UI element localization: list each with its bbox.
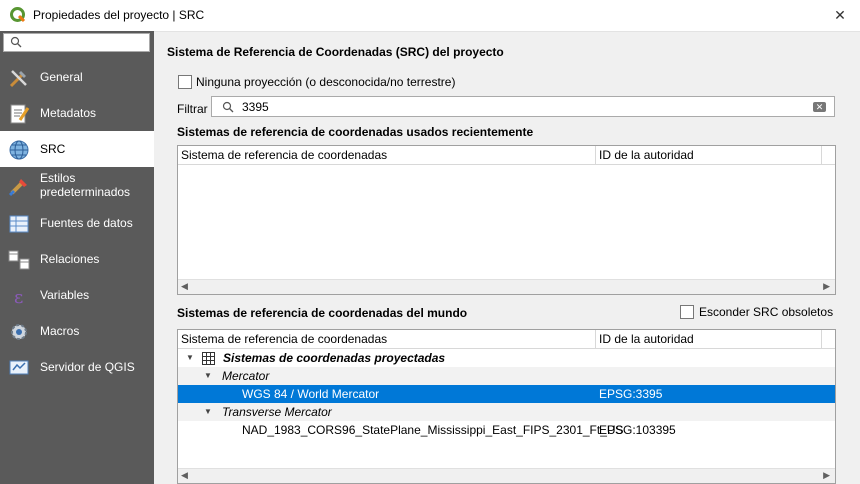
svg-text:ε: ε — [14, 287, 23, 307]
column-header-crs[interactable]: Sistema de referencia de coordenadas — [181, 148, 387, 162]
tree-group-label: Sistemas de coordenadas proyectadas — [223, 351, 446, 365]
table-header: Sistema de referencia de coordenadas ID … — [178, 330, 835, 349]
globe-icon — [9, 140, 29, 160]
table-header: Sistema de referencia de coordenadas ID … — [178, 146, 835, 165]
column-divider[interactable] — [595, 330, 596, 348]
sidebar-item-label: Macros — [40, 324, 80, 338]
filter-value: 3395 — [242, 100, 269, 114]
sidebar-item-label: Relaciones — [40, 252, 100, 266]
sidebar-item-servidor-de-qgis[interactable]: Servidor de QGIS — [0, 349, 154, 385]
filter-input[interactable]: 3395 ✕ — [211, 96, 835, 117]
sidebar-item-label: Metadatos — [40, 106, 97, 120]
relations-icon — [8, 250, 30, 270]
title-bar: Propiedades del proyecto | SRC ✕ — [0, 0, 860, 32]
metadata-icon — [10, 104, 30, 124]
expand-arrow-icon[interactable]: ▼ — [186, 353, 194, 362]
window-title: Propiedades del proyecto | SRC — [33, 8, 205, 22]
sidebar-search-input[interactable] — [3, 33, 150, 52]
scroll-right-icon[interactable]: ▶ — [823, 281, 830, 292]
sidebar: General Metadatos SRC Estilos predetermi… — [0, 31, 154, 484]
scroll-right-icon[interactable]: ▶ — [823, 470, 830, 481]
no-projection-checkbox[interactable] — [178, 75, 192, 89]
expand-arrow-icon[interactable]: ▼ — [204, 407, 212, 416]
page-title: Sistema de Referencia de Coordenadas (SR… — [167, 45, 504, 59]
expand-arrow-icon[interactable]: ▼ — [204, 371, 212, 380]
horizontal-scrollbar[interactable]: ◀ ▶ — [178, 279, 835, 294]
scroll-left-icon[interactable]: ◀ — [181, 281, 188, 292]
qgis-logo-icon — [10, 7, 26, 23]
sidebar-item-label: General — [40, 70, 83, 84]
crs-name-cell: NAD_1983_CORS96_StatePlane_Mississippi_E… — [242, 423, 624, 437]
tree-row-projected-group[interactable]: ▼ Sistemas de coordenadas proyectadas — [178, 349, 835, 367]
sidebar-item-label: Fuentes de datos — [40, 216, 133, 230]
column-header-crs[interactable]: Sistema de referencia de coordenadas — [181, 332, 387, 346]
column-divider — [821, 330, 822, 348]
sidebar-item-fuentes-de-datos[interactable]: Fuentes de datos — [0, 205, 154, 241]
recent-crs-table[interactable]: Sistema de referencia de coordenadas ID … — [177, 145, 836, 295]
world-crs-title: Sistemas de referencia de coordenadas de… — [177, 306, 468, 320]
hide-deprecated-label: Esconder SRC obsoletos — [699, 305, 834, 319]
table-row[interactable]: WGS 84 / World Mercator EPSG:3395 — [178, 385, 835, 403]
column-divider[interactable] — [595, 146, 596, 164]
world-crs-table[interactable]: Sistema de referencia de coordenadas ID … — [177, 329, 836, 484]
sidebar-item-estilos[interactable]: Estilos predeterminados — [0, 167, 154, 203]
column-header-authority-id[interactable]: ID de la autoridad — [599, 148, 694, 162]
sidebar-item-variables[interactable]: ε Variables — [0, 277, 154, 313]
search-icon — [222, 101, 234, 113]
tools-icon — [9, 70, 27, 88]
sidebar-item-relaciones[interactable]: Relaciones — [0, 241, 154, 277]
sidebar-item-src[interactable]: SRC — [0, 131, 154, 167]
variables-icon: ε — [14, 287, 23, 307]
filter-label: Filtrar — [177, 102, 208, 116]
sidebar-item-label: Estilos predeterminados — [40, 171, 131, 199]
sidebar-item-general[interactable]: General — [0, 59, 154, 95]
sidebar-item-label: SRC — [40, 142, 66, 156]
recent-crs-title: Sistemas de referencia de coordenadas us… — [177, 125, 534, 139]
sidebar-item-label: Variables — [40, 288, 90, 302]
grid-icon — [202, 352, 215, 365]
clear-filter-icon[interactable]: ✕ — [813, 102, 826, 112]
scroll-left-icon[interactable]: ◀ — [181, 470, 188, 481]
tree-subgroup-label: Mercator — [222, 369, 270, 383]
authority-id-cell: EPSG:103395 — [599, 423, 676, 437]
tree-subgroup-label: Transverse Mercator — [222, 405, 332, 419]
sidebar-item-metadatos[interactable]: Metadatos — [0, 95, 154, 131]
no-projection-label: Ninguna proyección (o desconocida/no ter… — [196, 75, 456, 89]
table-row[interactable]: NAD_1983_CORS96_StatePlane_Mississippi_E… — [178, 421, 835, 439]
sidebar-item-label: Servidor de QGIS — [40, 360, 135, 374]
tree-row-transverse-mercator[interactable]: ▼ Transverse Mercator — [178, 403, 835, 421]
column-header-authority-id[interactable]: ID de la autoridad — [599, 332, 694, 346]
paintbrush-icon — [8, 179, 27, 197]
search-icon — [10, 36, 22, 48]
hide-deprecated-checkbox[interactable] — [680, 305, 694, 319]
crs-name-cell: WGS 84 / World Mercator — [242, 387, 380, 401]
macros-icon — [11, 324, 27, 340]
authority-id-cell: EPSG:3395 — [599, 387, 663, 401]
datasource-icon — [9, 215, 29, 233]
server-icon — [9, 360, 29, 375]
column-divider — [821, 146, 822, 164]
close-button[interactable]: ✕ — [820, 0, 860, 31]
tree-row-mercator[interactable]: ▼ Mercator — [178, 367, 835, 385]
sidebar-item-macros[interactable]: Macros — [0, 313, 154, 349]
horizontal-scrollbar[interactable]: ◀ ▶ — [178, 468, 835, 483]
